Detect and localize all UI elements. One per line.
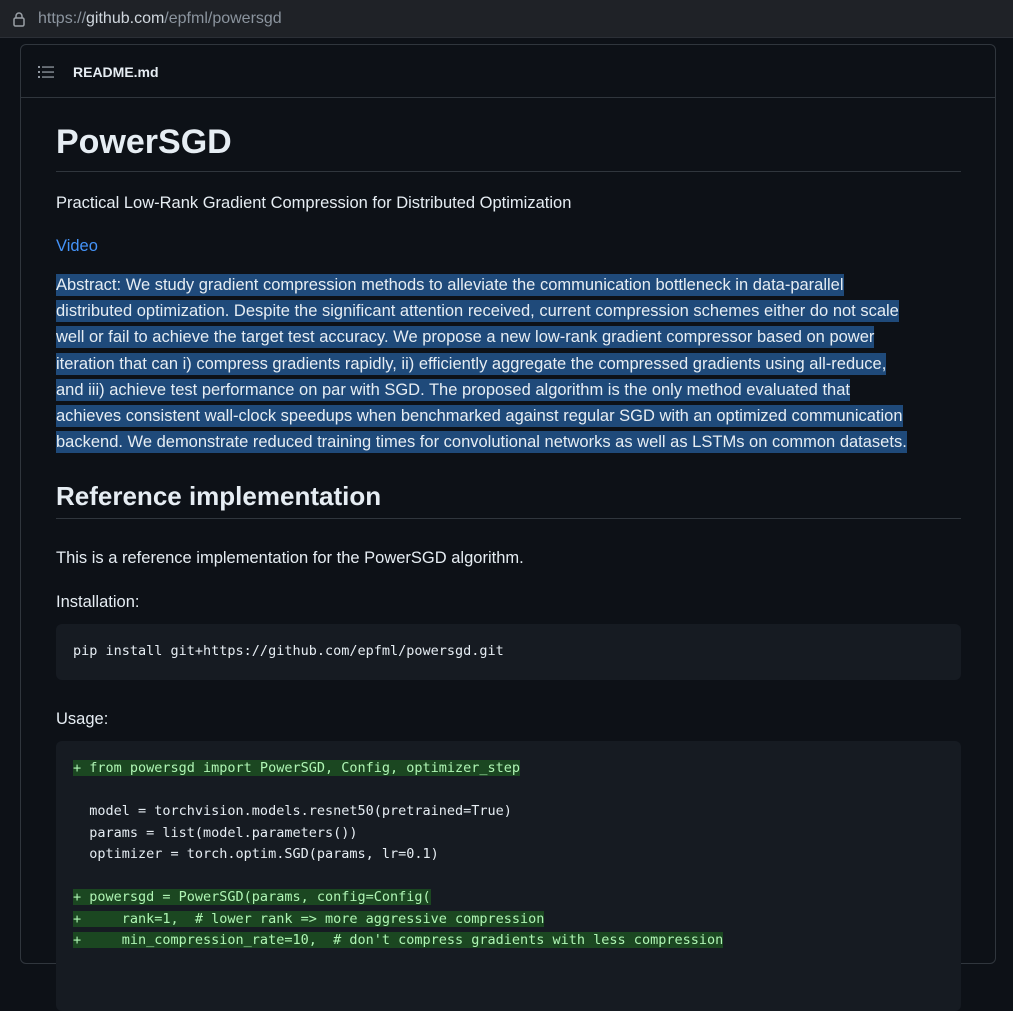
code-line-text: model = torchvision.models.resnet50(pret…	[73, 803, 512, 819]
abstract-line: and iii) achieve test performance on par…	[56, 378, 850, 401]
code-line: + from powersgd import PowerSGD, Config,…	[73, 758, 723, 780]
usage-label: Usage:	[56, 710, 109, 728]
code-line: + min_compression_rate=10, # don't compr…	[73, 930, 724, 952]
code-line: optimizer = torch.optim.SGD(params, lr=0…	[73, 844, 723, 866]
page-title: PowerSGD	[56, 123, 232, 161]
reference-text: This is a reference implementation for t…	[56, 549, 524, 567]
code-line: + rank=1, # lower rank => more aggressiv…	[73, 909, 723, 931]
title-divider	[56, 171, 961, 172]
abstract-line: distributed optimization. Despite the si…	[56, 300, 899, 323]
url-scheme: https://	[38, 10, 87, 27]
browser-url-bar[interactable]: https://github.com/epfml/powersgd	[0, 0, 1013, 38]
code-line-added-text: + min_compression_rate=10, # don't compr…	[73, 932, 724, 948]
usage-code-block[interactable]: + from powersgd import PowerSGD, Config,…	[56, 741, 961, 1011]
installation-label: Installation:	[56, 593, 140, 611]
url-host: github.com	[86, 10, 165, 27]
section-heading-reference-implementation: Reference implementation	[56, 481, 382, 511]
abstract-paragraph: Abstract: We study gradient compression …	[56, 272, 961, 455]
code-line-added-text: + rank=1, # lower rank => more aggressiv…	[73, 910, 545, 927]
install-command[interactable]: pip install git+https://github.com/epfml…	[73, 643, 504, 659]
install-code-block[interactable]: pip install git+https://github.com/epfml…	[56, 624, 961, 680]
code-line-text: params = list(model.parameters())	[73, 824, 358, 841]
code-line: params = list(model.parameters())	[73, 823, 723, 845]
readme-filename[interactable]: README.md	[73, 64, 159, 80]
section-divider	[56, 518, 961, 519]
abstract-line: iteration that can i) compress gradients…	[56, 352, 887, 375]
readme-panel: README.md PowerSGD Practical Low-Rank Gr…	[20, 44, 996, 1011]
readme-header: README.md	[21, 45, 995, 98]
video-link[interactable]: Video	[56, 237, 98, 256]
code-line-added-text: + powersgd = PowerSGD(params, config=Con…	[73, 889, 431, 905]
usage-code-lines: + from powersgd import PowerSGD, Config,…	[73, 758, 724, 952]
abstract-line: achieves consistent wall-clock speedups …	[56, 405, 903, 428]
code-line: + powersgd = PowerSGD(params, config=Con…	[73, 887, 723, 909]
table-of-contents-icon[interactable]	[38, 65, 54, 79]
url-text[interactable]: https://github.com/epfml/powersgd	[38, 10, 282, 28]
lock-icon	[13, 12, 25, 27]
abstract-line: well or fail to achieve the target test …	[56, 326, 875, 349]
code-line-added-text: + from powersgd import PowerSGD, Config,…	[73, 760, 521, 776]
url-path: /epfml/powersgd	[164, 10, 282, 27]
subtitle: Practical Low-Rank Gradient Compression …	[56, 194, 572, 212]
code-line: model = torchvision.models.resnet50(pret…	[73, 801, 723, 823]
abstract-line: backend. We demonstrate reduced training…	[56, 431, 907, 454]
code-line-text: optimizer = torch.optim.SGD(params, lr=0…	[73, 846, 439, 862]
abstract-line: Abstract: We study gradient compression …	[56, 274, 844, 296]
